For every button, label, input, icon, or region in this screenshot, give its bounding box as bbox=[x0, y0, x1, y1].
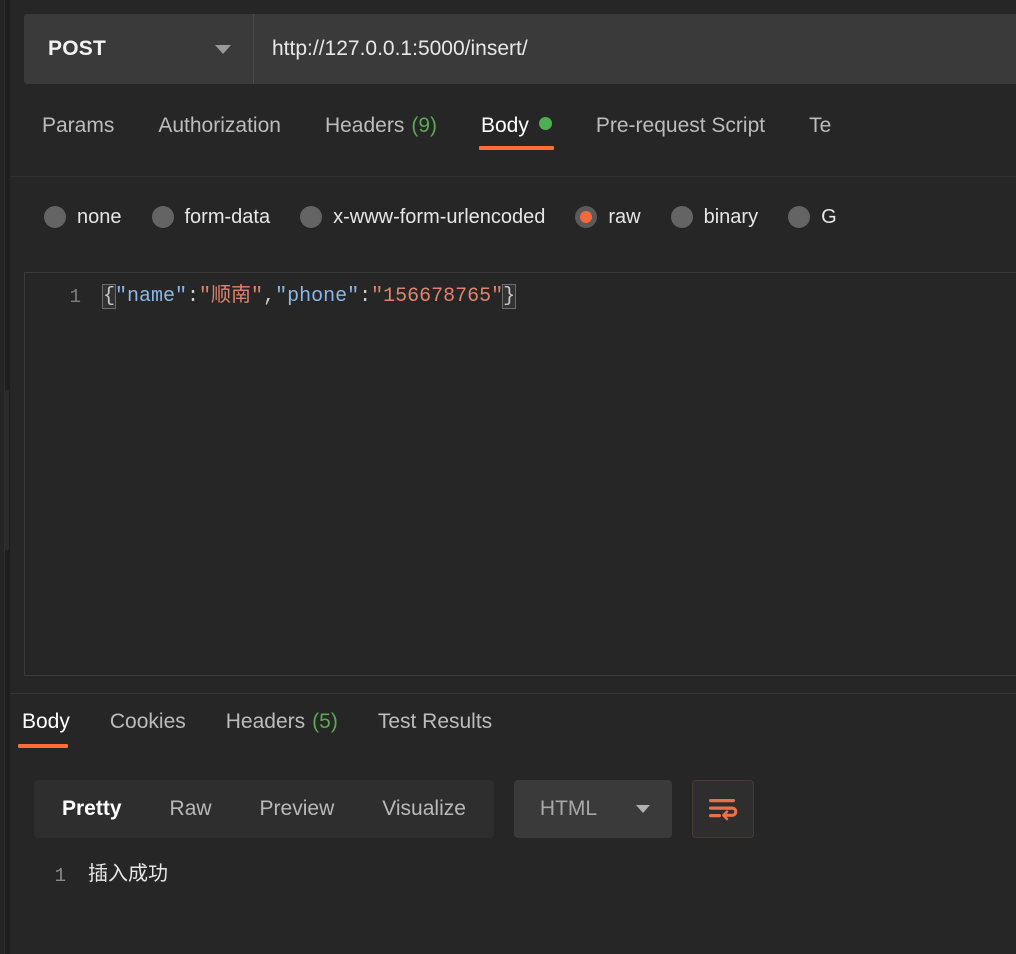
response-format-toolbar: Pretty Raw Preview Visualize HTML bbox=[34, 780, 754, 838]
body-type-binary[interactable]: binary bbox=[670, 205, 759, 229]
json-key-name: "name" bbox=[115, 285, 188, 308]
body-type-raw-label: raw bbox=[608, 205, 641, 228]
response-tab-headers-count: (5) bbox=[312, 710, 338, 733]
tab-body-label: Body bbox=[481, 114, 529, 137]
radio-icon bbox=[44, 206, 66, 228]
request-tab-bar: Params Authorization Headers (9) Body Pre… bbox=[24, 108, 1016, 170]
json-value-name: "顺南" bbox=[199, 285, 264, 308]
radio-icon bbox=[788, 206, 811, 228]
response-pane: Body Cookies Headers (5) Test Results Pre… bbox=[10, 694, 1016, 954]
line-number: 1 bbox=[69, 286, 81, 308]
response-tab-cookies[interactable]: Cookies bbox=[90, 706, 206, 754]
chevron-down-icon bbox=[215, 44, 231, 54]
format-preview-button[interactable]: Preview bbox=[236, 780, 359, 838]
body-type-raw[interactable]: raw bbox=[575, 205, 641, 229]
response-body-viewer[interactable]: 1 插入成功 bbox=[10, 854, 1016, 954]
response-tab-headers[interactable]: Headers (5) bbox=[206, 706, 358, 754]
body-type-form-data[interactable]: form-data bbox=[151, 205, 271, 229]
response-tab-test-results-label: Test Results bbox=[377, 710, 493, 733]
tab-headers-label: Headers bbox=[324, 114, 405, 137]
body-type-graphql-label: G bbox=[821, 205, 837, 228]
tab-headers-count: (9) bbox=[411, 114, 437, 137]
format-visualize-button[interactable]: Visualize bbox=[358, 780, 490, 838]
chevron-down-icon bbox=[635, 805, 650, 813]
json-colon: : bbox=[187, 285, 200, 308]
response-tab-cookies-label: Cookies bbox=[109, 710, 186, 733]
radio-icon bbox=[670, 206, 693, 228]
request-url-input[interactable]: http://127.0.0.1:5000/insert/ bbox=[254, 14, 1016, 84]
tab-authorization-label: Authorization bbox=[158, 114, 281, 137]
tab-tests-label: Te bbox=[809, 114, 832, 137]
json-open-brace: { bbox=[101, 284, 117, 309]
tab-pre-request-script-label: Pre-request Script bbox=[595, 114, 766, 137]
word-wrap-icon bbox=[708, 799, 738, 821]
tab-body[interactable]: Body bbox=[459, 108, 574, 158]
request-tabs-divider bbox=[10, 176, 1016, 177]
tab-authorization[interactable]: Authorization bbox=[136, 108, 303, 158]
format-visualize-label: Visualize bbox=[382, 797, 466, 820]
body-status-dot-icon bbox=[538, 117, 552, 130]
json-colon: : bbox=[359, 285, 372, 308]
body-type-graphql[interactable]: G bbox=[788, 206, 837, 229]
format-raw-button[interactable]: Raw bbox=[146, 780, 236, 838]
json-comma: , bbox=[263, 285, 276, 308]
response-tab-body[interactable]: Body bbox=[10, 706, 90, 754]
body-type-urlencoded-label: x-www-form-urlencoded bbox=[333, 205, 546, 228]
http-method-label: POST bbox=[48, 37, 106, 60]
format-pretty-button[interactable]: Pretty bbox=[38, 780, 146, 838]
json-value-phone: "156678765" bbox=[371, 285, 504, 308]
left-scrollbar-thumb[interactable] bbox=[5, 390, 9, 550]
response-tab-test-results[interactable]: Test Results bbox=[358, 706, 512, 754]
response-language-label: HTML bbox=[539, 797, 598, 820]
response-line-number: 1 bbox=[54, 865, 66, 887]
json-close-brace: } bbox=[502, 284, 517, 309]
http-method-dropdown[interactable]: POST bbox=[24, 14, 254, 84]
response-tab-bar: Body Cookies Headers (5) Test Results bbox=[10, 706, 512, 762]
response-tab-body-label: Body bbox=[22, 710, 70, 733]
format-raw-label: Raw bbox=[169, 797, 212, 820]
response-body-text: 插入成功 bbox=[88, 864, 168, 887]
response-tab-headers-label: Headers bbox=[225, 710, 306, 733]
body-type-radio-group: none form-data x-www-form-urlencoded raw… bbox=[14, 192, 1016, 242]
tab-tests[interactable]: Te bbox=[787, 108, 853, 158]
response-format-segmented-control: Pretty Raw Preview Visualize bbox=[34, 780, 494, 838]
body-type-form-data-label: form-data bbox=[184, 205, 271, 228]
body-type-binary-label: binary bbox=[703, 205, 759, 228]
radio-icon bbox=[151, 206, 174, 228]
body-type-none[interactable]: none bbox=[44, 206, 122, 229]
format-preview-label: Preview bbox=[259, 797, 335, 820]
radio-selected-icon bbox=[575, 206, 598, 228]
tab-params-label: Params bbox=[42, 114, 115, 137]
json-key-phone: "phone" bbox=[275, 285, 360, 308]
format-pretty-label: Pretty bbox=[62, 797, 122, 820]
json-body-content[interactable]: {"name":"顺南","phone":"156678765"} bbox=[101, 283, 517, 311]
tab-headers[interactable]: Headers (9) bbox=[303, 108, 459, 158]
body-type-none-label: none bbox=[77, 205, 122, 228]
tab-params[interactable]: Params bbox=[24, 108, 136, 158]
response-line: 1 插入成功 bbox=[10, 854, 1016, 890]
request-url-bar: POST http://127.0.0.1:5000/insert/ bbox=[24, 14, 1016, 84]
radio-icon bbox=[300, 206, 323, 228]
response-language-dropdown[interactable]: HTML bbox=[513, 780, 672, 838]
body-type-urlencoded[interactable]: x-www-form-urlencoded bbox=[300, 206, 545, 229]
word-wrap-toggle-button[interactable] bbox=[691, 780, 754, 838]
code-line: 1 {"name":"顺南","phone":"156678765"} bbox=[25, 273, 1016, 311]
request-body-editor[interactable]: 1 {"name":"顺南","phone":"156678765"} bbox=[24, 272, 1016, 676]
tab-pre-request-script[interactable]: Pre-request Script bbox=[574, 108, 787, 158]
